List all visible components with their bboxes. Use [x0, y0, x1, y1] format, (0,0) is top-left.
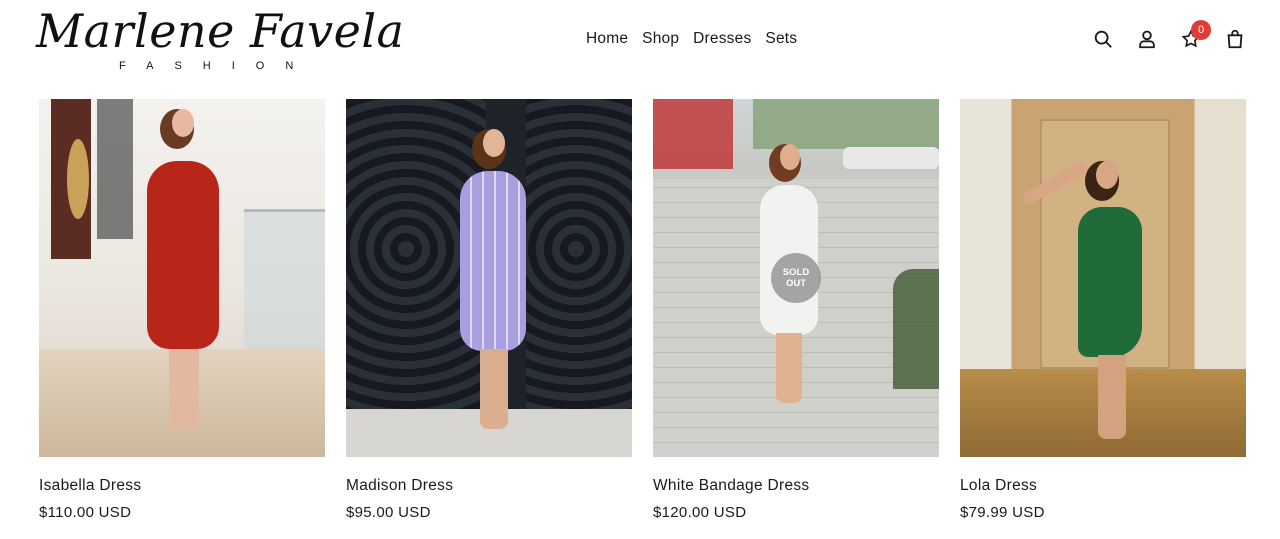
product-title[interactable]: Lola Dress: [960, 477, 1246, 495]
search-button[interactable]: [1086, 22, 1120, 56]
product-price: $110.00 USD: [39, 504, 132, 521]
product-title[interactable]: Madison Dress: [346, 477, 632, 495]
glass-railing: [244, 209, 325, 349]
parked-cars: [843, 147, 939, 169]
shopping-bag-icon: [1227, 29, 1243, 49]
product-price: $95.00 USD: [346, 504, 431, 521]
product-grid: Isabella Dress $110.00 USD Madison Dress…: [39, 99, 1247, 521]
dress-shape: [147, 161, 219, 349]
header-icons: 0: [1076, 20, 1252, 56]
model-head: [780, 144, 800, 170]
wishlist-button[interactable]: 0: [1174, 20, 1211, 56]
product-card[interactable]: SOLD OUT White Bandage Dress $120.00 USD: [653, 99, 939, 521]
product-card[interactable]: Madison Dress $95.00 USD: [346, 99, 632, 521]
product-card[interactable]: Isabella Dress $110.00 USD: [39, 99, 325, 521]
nav-home[interactable]: Home: [586, 30, 628, 48]
cart-button[interactable]: [1218, 22, 1252, 56]
plants: [893, 269, 939, 389]
product-image[interactable]: SOLD OUT: [653, 99, 939, 457]
dress-shape: [460, 171, 526, 351]
model-head: [1096, 161, 1118, 189]
sold-out-label-line2: OUT: [785, 278, 807, 289]
product-title[interactable]: Isabella Dress: [39, 477, 325, 495]
product-image[interactable]: [39, 99, 325, 457]
product-image[interactable]: [960, 99, 1246, 457]
model-legs: [776, 333, 802, 403]
wishlist-count-badge: 0: [1191, 20, 1211, 40]
tile-wall: [97, 99, 133, 239]
main-nav: Home Shop Dresses Sets: [586, 30, 797, 48]
dress-shape: [1078, 207, 1142, 357]
brand-logo[interactable]: Marlene Favela FASHION: [36, 4, 404, 76]
nav-sets[interactable]: Sets: [765, 30, 797, 48]
brand-subtitle: FASHION: [119, 60, 315, 72]
nav-dresses[interactable]: Dresses: [693, 30, 751, 48]
model-legs: [480, 349, 508, 429]
nav-shop[interactable]: Shop: [642, 30, 679, 48]
product-price: $120.00 USD: [653, 504, 747, 521]
model-head: [172, 109, 194, 137]
trees: [753, 99, 939, 149]
model-legs: [169, 349, 199, 429]
product-price: $79.99 USD: [960, 504, 1045, 521]
product-title[interactable]: White Bandage Dress: [653, 477, 939, 495]
user-icon: [1139, 30, 1155, 49]
wall-mirror: [67, 139, 89, 219]
iron-gate-right: [526, 99, 632, 409]
model-head: [483, 129, 505, 157]
sold-out-badge: SOLD OUT: [771, 253, 821, 303]
site-header: Marlene Favela FASHION Home Shop Dresses…: [0, 0, 1280, 86]
brand-name: Marlene Favela: [36, 4, 405, 58]
sold-out-label-line1: SOLD: [782, 267, 810, 278]
account-button[interactable]: [1130, 22, 1164, 56]
product-image[interactable]: [346, 99, 632, 457]
storefront: [653, 99, 733, 169]
model-legs: [1098, 355, 1126, 439]
search-icon: [1094, 30, 1112, 48]
product-card[interactable]: Lola Dress $79.99 USD: [960, 99, 1246, 521]
